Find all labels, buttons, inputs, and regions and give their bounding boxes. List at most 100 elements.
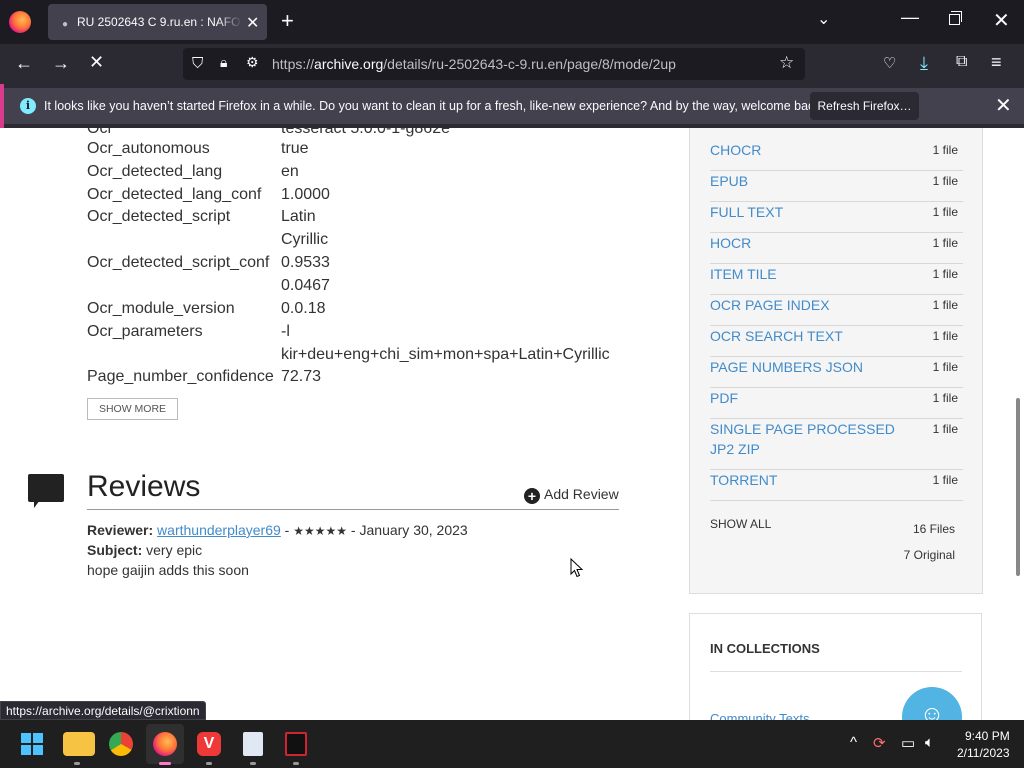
format-name[interactable]: OCR SEARCH TEXT xyxy=(710,326,910,346)
chevron-down-icon[interactable]: ⌄ xyxy=(817,9,830,29)
format-count: 1 file xyxy=(932,391,958,405)
format-name[interactable]: PDF xyxy=(710,388,910,408)
format-count: 1 file xyxy=(932,298,958,312)
url-bar[interactable]: ⛉ 🔒︎ ⚙ https://archive.org/details/ru-25… xyxy=(183,48,805,80)
page-content: Ocr tesseract 5.0.0-1-g862e Ocr_autonomous… xyxy=(0,128,1024,720)
metadata-key: Ocr_detected_script xyxy=(87,208,231,225)
download-options-panel: CHOCR 1 file EPUB 1 file FULL TEXT 1 file HOCR… xyxy=(689,128,983,594)
restore-icon[interactable] xyxy=(949,11,962,25)
download-icon[interactable]: ⤓ xyxy=(920,53,928,74)
speech-bubble-icon xyxy=(28,474,64,508)
mouse-cursor-icon xyxy=(570,558,584,578)
firefox-logo-icon[interactable] xyxy=(9,11,31,33)
metadata-value: 1.0000 xyxy=(281,186,330,203)
format-name[interactable]: HOCR xyxy=(710,233,910,253)
tab-close-icon[interactable]: ✕ xyxy=(246,13,259,33)
metadata-key: Ocr_parameters xyxy=(87,323,203,340)
metadata-key: Ocr_module_version xyxy=(87,300,235,317)
subject-label: Subject: xyxy=(87,542,143,558)
url-text[interactable]: https://archive.org/details/ru-2502643-c… xyxy=(272,56,676,72)
format-count: 1 file xyxy=(932,267,958,281)
extensions-icon[interactable]: ⧉ xyxy=(956,53,967,71)
format-count: 1 file xyxy=(932,236,958,250)
metadata-value: 0.0467 xyxy=(281,277,330,294)
metadata-value: Cyrillic xyxy=(281,231,329,248)
minimize-icon[interactable]: — xyxy=(901,7,919,28)
collection-link[interactable]: Community Texts xyxy=(710,711,809,720)
format-name[interactable]: OCR PAGE INDEX xyxy=(710,295,910,315)
format-row[interactable]: ITEM TILE 1 file xyxy=(710,264,963,295)
back-arrow-icon[interactable]: ← xyxy=(15,53,33,74)
pocket-icon[interactable]: ♡ xyxy=(883,54,896,72)
format-count: 1 file xyxy=(932,422,958,436)
metadata-key: Page_number_confidence xyxy=(87,368,274,385)
separator: - xyxy=(280,522,294,538)
add-review-button[interactable]: + Add Review xyxy=(524,486,619,504)
format-row[interactable]: PDF 1 file xyxy=(710,388,963,419)
menu-icon[interactable]: ≡ xyxy=(991,52,1002,73)
format-name[interactable]: TORRENT xyxy=(710,470,910,490)
windows-start-icon[interactable] xyxy=(21,733,43,755)
notification-bar: i It looks like you haven’t started Fire… xyxy=(0,84,1024,128)
vivaldi-icon[interactable]: V xyxy=(197,732,221,756)
format-name[interactable]: SINGLE PAGE PROCESSED JP2 ZIP xyxy=(710,419,910,459)
show-all-link[interactable]: SHOW ALL xyxy=(710,517,771,531)
collections-panel: IN COLLECTIONS Community Texts ☺ xyxy=(689,613,982,720)
lock-icon[interactable]: 🔒︎ xyxy=(220,54,227,71)
app-icon[interactable] xyxy=(285,732,307,756)
file-explorer-icon[interactable] xyxy=(63,732,95,756)
format-row[interactable]: OCR SEARCH TEXT 1 file xyxy=(710,326,963,357)
format-name[interactable]: CHOCR xyxy=(710,140,910,160)
scrollbar[interactable] xyxy=(1016,398,1020,576)
review-header: Reviewer: warthunderplayer69 - ★★★★★ - J… xyxy=(87,522,468,538)
notepad-icon[interactable] xyxy=(243,732,263,756)
forward-arrow-icon[interactable]: → xyxy=(52,53,70,74)
tracking-shield-icon[interactable]: ⛉ xyxy=(192,55,203,72)
chrome-icon[interactable] xyxy=(109,732,133,756)
stop-loading-icon[interactable]: ✕ xyxy=(89,52,104,73)
show-more-button[interactable]: SHOW MORE xyxy=(87,398,178,420)
format-count: 1 file xyxy=(932,360,958,374)
original-count: 7 Original xyxy=(903,548,955,562)
network-icon[interactable]: ▭ xyxy=(901,734,915,752)
reviews-heading: Reviews xyxy=(87,470,201,503)
firefox-taskbar-icon[interactable] xyxy=(153,732,177,756)
sync-icon[interactable]: ⟳ xyxy=(873,734,886,752)
metadata-value: 72.73 xyxy=(281,368,322,385)
clock-time[interactable]: 9:40 PM xyxy=(965,729,1010,743)
format-row[interactable]: FULL TEXT 1 file xyxy=(710,202,963,233)
loading-spinner-icon: ● xyxy=(62,19,69,30)
format-row[interactable]: CHOCR 1 file xyxy=(710,140,963,171)
format-name[interactable]: ITEM TILE xyxy=(710,264,910,284)
active-tab[interactable]: ● RU 2502643 C 9.ru.en : NAFO : F ✕ xyxy=(48,4,267,40)
refresh-firefox-button[interactable]: Refresh Firefox… xyxy=(810,92,919,120)
format-row[interactable]: OCR PAGE INDEX 1 file xyxy=(710,295,963,326)
community-icon[interactable]: ☺ xyxy=(902,687,962,720)
new-tab-icon[interactable]: + xyxy=(281,8,294,34)
permissions-icon[interactable]: ⚙ xyxy=(246,54,259,71)
chevron-up-icon[interactable]: ^ xyxy=(850,734,857,751)
taskbar: V ^ ⟳ ▭ 🔈︎ 9:40 PM 2/11/2023 xyxy=(0,720,1024,768)
clock-date[interactable]: 2/11/2023 xyxy=(957,746,1010,760)
files-count: 16 Files xyxy=(912,522,955,536)
format-count: 1 file xyxy=(932,473,958,487)
format-row[interactable]: SINGLE PAGE PROCESSED JP2 ZIP 1 file xyxy=(710,419,963,470)
format-row[interactable]: EPUB 1 file xyxy=(710,171,963,202)
format-name[interactable]: FULL TEXT xyxy=(710,202,910,222)
bookmark-star-icon[interactable]: ☆ xyxy=(779,53,794,73)
volume-icon[interactable]: 🔈︎ xyxy=(925,734,934,751)
add-review-label: Add Review xyxy=(544,486,619,502)
window-close-icon[interactable]: ✕ xyxy=(993,8,1010,33)
format-row[interactable]: HOCR 1 file xyxy=(710,233,963,264)
reviewer-link[interactable]: warthunderplayer69 xyxy=(157,522,281,538)
notification-close-icon[interactable]: ✕ xyxy=(995,93,1012,118)
tab-bar: ● RU 2502643 C 9.ru.en : NAFO : F ✕ + ⌄ … xyxy=(0,0,1024,44)
format-row[interactable]: PAGE NUMBERS JSON 1 file xyxy=(710,357,963,388)
format-name[interactable]: PAGE NUMBERS JSON xyxy=(710,357,910,377)
format-name[interactable]: EPUB xyxy=(710,171,910,191)
reviewer-label: Reviewer: xyxy=(87,522,154,538)
format-count: 1 file xyxy=(932,174,958,188)
format-row[interactable]: TORRENT 1 file xyxy=(710,470,963,501)
plus-icon: + xyxy=(524,488,540,504)
metadata-value: 0.9533 xyxy=(281,254,330,271)
